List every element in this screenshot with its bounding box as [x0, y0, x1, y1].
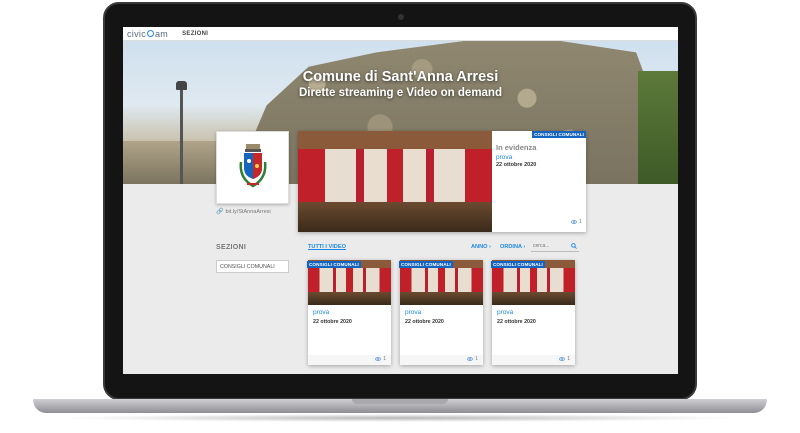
featured-date: 22 ottobre 2020 [496, 162, 537, 168]
video-card[interactable]: CONSIGLI COMUNALI prova 22 ottobre 2020 … [307, 260, 391, 365]
category-badge: CONSIGLI COMUNALI [491, 261, 545, 268]
category-badge: CONSIGLI COMUNALI [307, 261, 361, 268]
view-count-value: 1 [383, 356, 386, 362]
year-filter-button[interactable]: ANNO › [471, 244, 491, 250]
eye-icon [559, 357, 566, 361]
video-date: 22 ottobre 2020 [497, 319, 536, 325]
sidebar-title: SEZIONI [216, 244, 247, 251]
nav-sections-link[interactable]: SEZIONI [182, 31, 208, 37]
featured-video-card[interactable]: CONSIGLI COMUNALI In evidenza prova 22 o… [298, 131, 586, 232]
view-count-value: 1 [475, 356, 478, 362]
featured-info: In evidenza prova 22 ottobre 2020 [496, 143, 536, 168]
view-count: 1 [571, 219, 582, 225]
video-title[interactable]: prova [313, 309, 329, 316]
laptop-shadow [60, 414, 740, 422]
municipality-crest-card [216, 131, 289, 204]
view-count: 1 [559, 356, 570, 362]
all-videos-link[interactable]: TUTTI I VIDEO [308, 244, 346, 250]
search-icon[interactable] [571, 243, 577, 249]
eye-icon [571, 220, 577, 224]
view-count: 1 [375, 356, 386, 362]
view-count-value: 1 [567, 356, 570, 362]
street-lamp-pole [180, 86, 183, 184]
coat-of-arms-icon [239, 144, 267, 188]
sort-button[interactable]: ORDINA › [500, 244, 525, 250]
logo-circle-icon [147, 30, 154, 37]
short-link[interactable]: 🔗 bit.ly/StAnnaArresi [216, 208, 271, 216]
logo-text-post: am [155, 28, 169, 39]
video-date: 22 ottobre 2020 [313, 319, 352, 325]
laptop-mockup: civic am SEZIONI Comune di Sant'Anna Arre… [0, 0, 800, 433]
video-card[interactable]: CONSIGLI COMUNALI prova 22 ottobre 2020 … [399, 260, 483, 365]
view-count-value: 1 [579, 219, 582, 225]
short-link-text: bit.ly/StAnnaArresi [225, 208, 271, 215]
view-count: 1 [467, 356, 478, 362]
sort-label: ORDINA [500, 244, 522, 250]
year-filter-label: ANNO [471, 244, 488, 250]
link-icon: 🔗 [216, 209, 224, 215]
top-navbar: civic am SEZIONI [123, 27, 678, 41]
laptop-notch [352, 399, 448, 404]
video-title[interactable]: prova [405, 309, 421, 316]
eye-icon [375, 357, 382, 361]
featured-heading: In evidenza [496, 143, 537, 152]
camera-icon [398, 14, 404, 20]
hero-subtitle: Dirette streaming e Video on demand [298, 87, 502, 99]
featured-thumbnail[interactable] [298, 131, 492, 232]
hero-title: Comune di Sant'Anna Arresi [302, 69, 499, 85]
category-badge: CONSIGLI COMUNALI [399, 261, 453, 268]
featured-title[interactable]: prova [496, 154, 536, 161]
video-card[interactable]: CONSIGLI COMUNALI prova 22 ottobre 2020 … [491, 260, 575, 365]
chevron-right-icon: › [489, 244, 491, 250]
video-title[interactable]: prova [497, 309, 513, 316]
eye-icon [467, 357, 474, 361]
section-select[interactable]: CONSIGLI COMUNALI [216, 260, 289, 273]
browser-screen: civic am SEZIONI Comune di Sant'Anna Arre… [123, 27, 678, 374]
logo-text-pre: civic [127, 28, 146, 39]
category-badge: CONSIGLI COMUNALI [532, 131, 586, 138]
chevron-right-icon: › [523, 244, 526, 250]
video-date: 22 ottobre 2020 [405, 319, 444, 325]
civicam-logo[interactable]: civic am [127, 29, 168, 39]
